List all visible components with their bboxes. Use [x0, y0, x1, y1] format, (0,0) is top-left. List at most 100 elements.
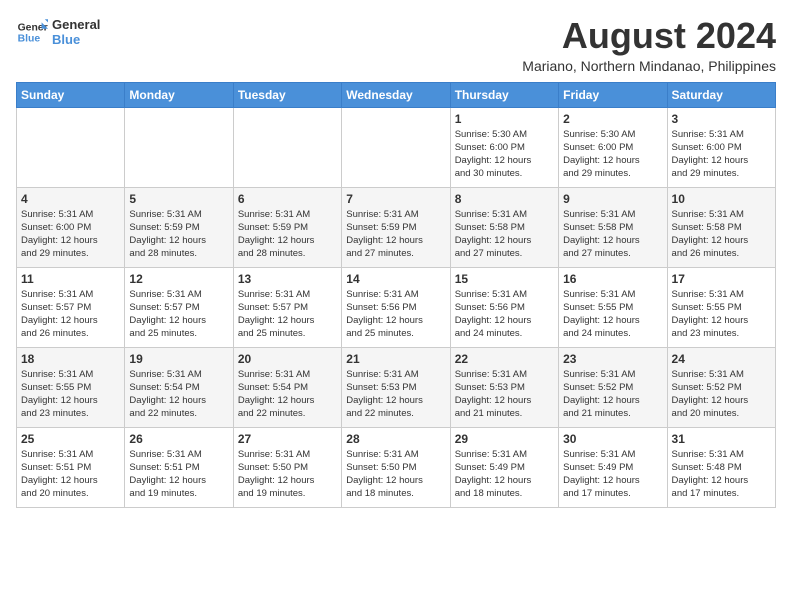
- location-title: Mariano, Northern Mindanao, Philippines: [522, 58, 776, 74]
- day-cell: 5Sunrise: 5:31 AMSunset: 5:59 PMDaylight…: [125, 187, 233, 267]
- day-info: Sunrise: 5:31 AMSunset: 5:57 PMDaylight:…: [238, 288, 337, 341]
- day-cell: [17, 107, 125, 187]
- day-cell: 6 Sunrise: 5:31 AMSunset: 5:59 PMDaylight…: [233, 187, 341, 267]
- day-info: Sunrise: 5:31 AMSunset: 5:57 PMDaylight:…: [21, 288, 120, 341]
- day-cell: 1Sunrise: 5:30 AMSunset: 6:00 PMDaylight…: [450, 107, 558, 187]
- page-header: General Blue General Blue August 2024 Ma…: [16, 16, 776, 74]
- day-number: 10: [672, 192, 771, 206]
- header-row: SundayMondayTuesdayWednesdayThursdayFrid…: [17, 82, 776, 107]
- day-number: 31: [672, 432, 771, 446]
- header-cell-tuesday: Tuesday: [233, 82, 341, 107]
- day-cell: 18 Sunrise: 5:31 AMSunset: 5:55 PMDayligh…: [17, 347, 125, 427]
- day-number: 12: [129, 272, 228, 286]
- day-info: Sunrise: 5:31 AMSunset: 5:58 PMDaylight:…: [672, 208, 771, 261]
- day-number: 26: [129, 432, 228, 446]
- day-number: 4: [21, 192, 120, 206]
- week-row-4: 18 Sunrise: 5:31 AMSunset: 5:55 PMDayligh…: [17, 347, 776, 427]
- day-number: 25: [21, 432, 120, 446]
- day-info: Sunrise: 5:31 AMSunset: 5:50 PMDaylight:…: [238, 448, 337, 501]
- day-cell: 24 Sunrise: 5:31 AMSunset: 5:52 PMDayligh…: [667, 347, 775, 427]
- header-cell-saturday: Saturday: [667, 82, 775, 107]
- day-cell: 23 Sunrise: 5:31 AMSunset: 5:52 PMDayligh…: [559, 347, 667, 427]
- day-info: Sunrise: 5:31 AMSunset: 5:59 PMDaylight:…: [346, 208, 445, 261]
- day-number: 8: [455, 192, 554, 206]
- day-cell: 21 Sunrise: 5:31 AMSunset: 5:53 PMDayligh…: [342, 347, 450, 427]
- day-info: Sunrise: 5:31 AMSunset: 5:58 PMDaylight:…: [455, 208, 554, 261]
- day-cell: 14 Sunrise: 5:31 AMSunset: 5:56 PMDayligh…: [342, 267, 450, 347]
- day-cell: 7 Sunrise: 5:31 AMSunset: 5:59 PMDaylight…: [342, 187, 450, 267]
- week-row-3: 11 Sunrise: 5:31 AMSunset: 5:57 PMDayligh…: [17, 267, 776, 347]
- header-cell-sunday: Sunday: [17, 82, 125, 107]
- day-info: Sunrise: 5:31 AMSunset: 6:00 PMDaylight:…: [21, 208, 120, 261]
- day-cell: 31Sunrise: 5:31 AMSunset: 5:48 PMDayligh…: [667, 427, 775, 507]
- day-cell: [233, 107, 341, 187]
- day-info: Sunrise: 5:30 AMSunset: 6:00 PMDaylight:…: [455, 128, 554, 181]
- day-number: 15: [455, 272, 554, 286]
- day-info: Sunrise: 5:31 AMSunset: 5:49 PMDaylight:…: [563, 448, 662, 501]
- day-info: Sunrise: 5:31 AMSunset: 5:50 PMDaylight:…: [346, 448, 445, 501]
- header-cell-monday: Monday: [125, 82, 233, 107]
- day-number: 21: [346, 352, 445, 366]
- day-cell: 29 Sunrise: 5:31 AMSunset: 5:49 PMDayligh…: [450, 427, 558, 507]
- day-number: 18: [21, 352, 120, 366]
- day-cell: 2Sunrise: 5:30 AMSunset: 6:00 PMDaylight…: [559, 107, 667, 187]
- logo-icon: General Blue: [16, 16, 48, 48]
- day-info: Sunrise: 5:31 AMSunset: 5:59 PMDaylight:…: [129, 208, 228, 261]
- calendar-body: 1Sunrise: 5:30 AMSunset: 6:00 PMDaylight…: [17, 107, 776, 507]
- day-number: 14: [346, 272, 445, 286]
- day-info: Sunrise: 5:31 AMSunset: 5:55 PMDaylight:…: [563, 288, 662, 341]
- day-info: Sunrise: 5:31 AMSunset: 5:55 PMDaylight:…: [21, 368, 120, 421]
- logo: General Blue General Blue: [16, 16, 100, 48]
- day-number: 19: [129, 352, 228, 366]
- day-number: 9: [563, 192, 662, 206]
- day-cell: 13 Sunrise: 5:31 AMSunset: 5:57 PMDayligh…: [233, 267, 341, 347]
- logo-line2: Blue: [52, 32, 100, 47]
- day-info: Sunrise: 5:31 AMSunset: 6:00 PMDaylight:…: [672, 128, 771, 181]
- day-info: Sunrise: 5:31 AMSunset: 5:52 PMDaylight:…: [563, 368, 662, 421]
- day-number: 27: [238, 432, 337, 446]
- day-number: 7: [346, 192, 445, 206]
- day-info: Sunrise: 5:31 AMSunset: 5:56 PMDaylight:…: [346, 288, 445, 341]
- month-title: August 2024: [522, 16, 776, 56]
- week-row-5: 25 Sunrise: 5:31 AMSunset: 5:51 PMDayligh…: [17, 427, 776, 507]
- day-number: 20: [238, 352, 337, 366]
- week-row-1: 1Sunrise: 5:30 AMSunset: 6:00 PMDaylight…: [17, 107, 776, 187]
- day-cell: [342, 107, 450, 187]
- day-number: 23: [563, 352, 662, 366]
- day-info: Sunrise: 5:31 AMSunset: 5:54 PMDaylight:…: [238, 368, 337, 421]
- day-cell: 25Sunrise: 5:31 AMSunset: 5:51 PMDayligh…: [17, 427, 125, 507]
- day-cell: 16 Sunrise: 5:31 AMSunset: 5:55 PMDayligh…: [559, 267, 667, 347]
- day-number: 16: [563, 272, 662, 286]
- day-number: 30: [563, 432, 662, 446]
- day-cell: 20 Sunrise: 5:31 AMSunset: 5:54 PMDayligh…: [233, 347, 341, 427]
- day-cell: 3Sunrise: 5:31 AMSunset: 6:00 PMDaylight…: [667, 107, 775, 187]
- day-info: Sunrise: 5:31 AMSunset: 5:54 PMDaylight:…: [129, 368, 228, 421]
- day-info: Sunrise: 5:31 AMSunset: 5:53 PMDaylight:…: [455, 368, 554, 421]
- day-number: 11: [21, 272, 120, 286]
- day-cell: 4 Sunrise: 5:31 AMSunset: 6:00 PMDaylight…: [17, 187, 125, 267]
- day-info: Sunrise: 5:31 AMSunset: 5:49 PMDaylight:…: [455, 448, 554, 501]
- day-number: 29: [455, 432, 554, 446]
- calendar-table: SundayMondayTuesdayWednesdayThursdayFrid…: [16, 82, 776, 508]
- day-number: 22: [455, 352, 554, 366]
- day-number: 6: [238, 192, 337, 206]
- day-number: 24: [672, 352, 771, 366]
- day-info: Sunrise: 5:31 AMSunset: 5:59 PMDaylight:…: [238, 208, 337, 261]
- day-cell: 9 Sunrise: 5:31 AMSunset: 5:58 PMDaylight…: [559, 187, 667, 267]
- day-info: Sunrise: 5:31 AMSunset: 5:53 PMDaylight:…: [346, 368, 445, 421]
- day-cell: 12 Sunrise: 5:31 AMSunset: 5:57 PMDayligh…: [125, 267, 233, 347]
- day-cell: 8 Sunrise: 5:31 AMSunset: 5:58 PMDaylight…: [450, 187, 558, 267]
- day-info: Sunrise: 5:31 AMSunset: 5:58 PMDaylight:…: [563, 208, 662, 261]
- day-info: Sunrise: 5:31 AMSunset: 5:57 PMDaylight:…: [129, 288, 228, 341]
- day-cell: 11 Sunrise: 5:31 AMSunset: 5:57 PMDayligh…: [17, 267, 125, 347]
- day-number: 28: [346, 432, 445, 446]
- svg-text:Blue: Blue: [18, 34, 41, 45]
- day-number: 13: [238, 272, 337, 286]
- day-cell: 17Sunrise: 5:31 AMSunset: 5:55 PMDayligh…: [667, 267, 775, 347]
- day-info: Sunrise: 5:31 AMSunset: 5:51 PMDaylight:…: [129, 448, 228, 501]
- day-cell: 19 Sunrise: 5:31 AMSunset: 5:54 PMDayligh…: [125, 347, 233, 427]
- day-info: Sunrise: 5:31 AMSunset: 5:52 PMDaylight:…: [672, 368, 771, 421]
- header-cell-wednesday: Wednesday: [342, 82, 450, 107]
- day-cell: 22 Sunrise: 5:31 AMSunset: 5:53 PMDayligh…: [450, 347, 558, 427]
- day-number: 17: [672, 272, 771, 286]
